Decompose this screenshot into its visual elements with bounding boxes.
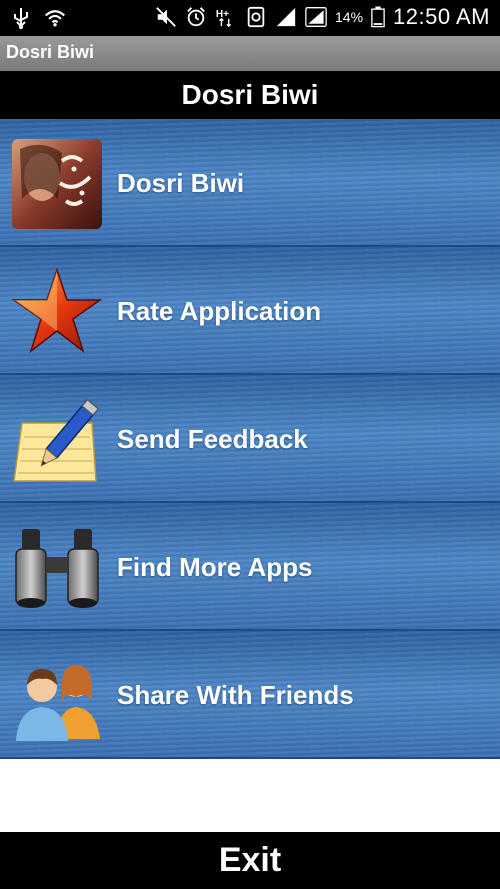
menu-item-label: Send Feedback: [117, 424, 308, 454]
menu-item-label: Share With Friends: [117, 680, 354, 710]
notepad-pencil-icon: [13, 399, 99, 482]
battery-percent: 14%: [335, 9, 364, 25]
exit-label: Exit: [218, 841, 282, 879]
page-title: Dosri Biwi: [181, 79, 319, 110]
signal-icon-2: [305, 7, 327, 27]
exit-button[interactable]: Exit: [0, 832, 500, 889]
menu-item-dosri-biwi[interactable]: Dosri Biwi: [0, 119, 500, 247]
app-title-bar: Dosri Biwi: [0, 36, 500, 71]
signal-icon: [276, 7, 296, 27]
menu-item-rate-application[interactable]: Rate Application: [0, 247, 500, 375]
binoculars-icon: [15, 529, 99, 608]
usb-icon: [14, 8, 28, 29]
clock: 12:50 AM: [393, 4, 490, 29]
book-cover-icon: [12, 139, 102, 229]
menu-item-label: Find More Apps: [117, 552, 313, 582]
status-bar: H+ 14% 12:50 AM: [0, 0, 500, 36]
people-icon: [16, 665, 100, 741]
menu-item-share-with-friends[interactable]: Share With Friends: [0, 631, 500, 759]
menu-list: Dosri Biwi Rate Application Send Feedbac…: [0, 119, 500, 760]
menu-item-send-feedback[interactable]: Send Feedback: [0, 375, 500, 503]
mute-icon: [156, 7, 176, 27]
app-title: Dosri Biwi: [6, 42, 95, 62]
menu-item-find-more-apps[interactable]: Find More Apps: [0, 503, 500, 631]
page-header: Dosri Biwi: [0, 71, 500, 119]
battery-icon: [371, 6, 385, 28]
alarm-icon: [187, 7, 205, 27]
svg-text:H+: H+: [216, 9, 229, 20]
wifi-icon: [44, 10, 66, 27]
menu-item-label: Rate Application: [117, 296, 322, 326]
sync-icon: [247, 6, 265, 28]
data-icon: H+: [216, 9, 232, 28]
star-icon: [12, 267, 102, 354]
menu-item-label: Dosri Biwi: [117, 168, 245, 198]
